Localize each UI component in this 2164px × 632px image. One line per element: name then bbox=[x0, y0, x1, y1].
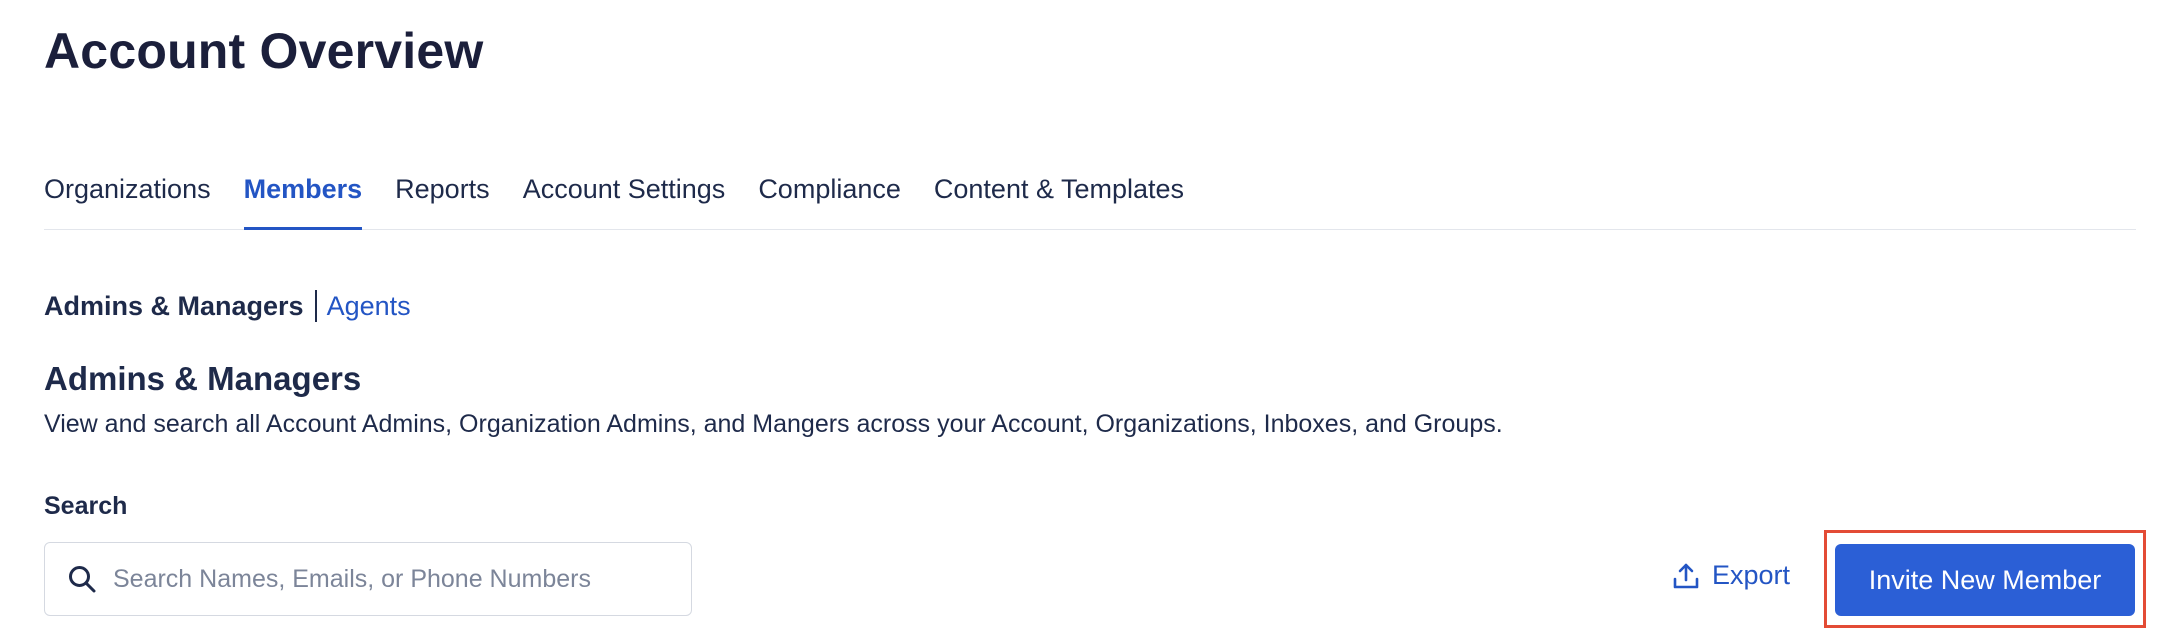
subnav-admins-managers: Admins & Managers bbox=[44, 290, 304, 321]
section-title: Admins & Managers bbox=[44, 360, 362, 397]
subnav-agents-link[interactable]: Agents bbox=[327, 291, 411, 322]
member-type-subnav: Admins & Managers Agents bbox=[44, 290, 411, 322]
tab-bar: Organizations Members Reports Account Se… bbox=[44, 160, 2136, 230]
search-input[interactable] bbox=[113, 564, 673, 594]
export-label: Export bbox=[1712, 560, 1791, 590]
account-overview-page: Account Overview Organizations Members R… bbox=[0, 0, 2164, 632]
subnav-divider bbox=[314, 290, 317, 322]
page-title: Account Overview bbox=[44, 23, 484, 79]
search-box[interactable] bbox=[44, 542, 692, 616]
tab-members[interactable]: Members bbox=[243, 160, 363, 230]
tab-account-settings[interactable]: Account Settings bbox=[523, 160, 726, 230]
search-label: Search bbox=[44, 492, 128, 520]
tab-content-templates[interactable]: Content & Templates bbox=[934, 160, 1184, 230]
tab-compliance[interactable]: Compliance bbox=[758, 160, 901, 230]
tab-organizations[interactable]: Organizations bbox=[44, 160, 211, 230]
export-button[interactable]: Export bbox=[1672, 560, 1790, 591]
tab-reports[interactable]: Reports bbox=[395, 160, 490, 230]
upload-icon bbox=[1672, 562, 1700, 590]
section-description: View and search all Account Admins, Orga… bbox=[44, 410, 1503, 438]
search-icon bbox=[65, 562, 99, 596]
invite-new-member-button[interactable]: Invite New Member bbox=[1835, 544, 2135, 616]
